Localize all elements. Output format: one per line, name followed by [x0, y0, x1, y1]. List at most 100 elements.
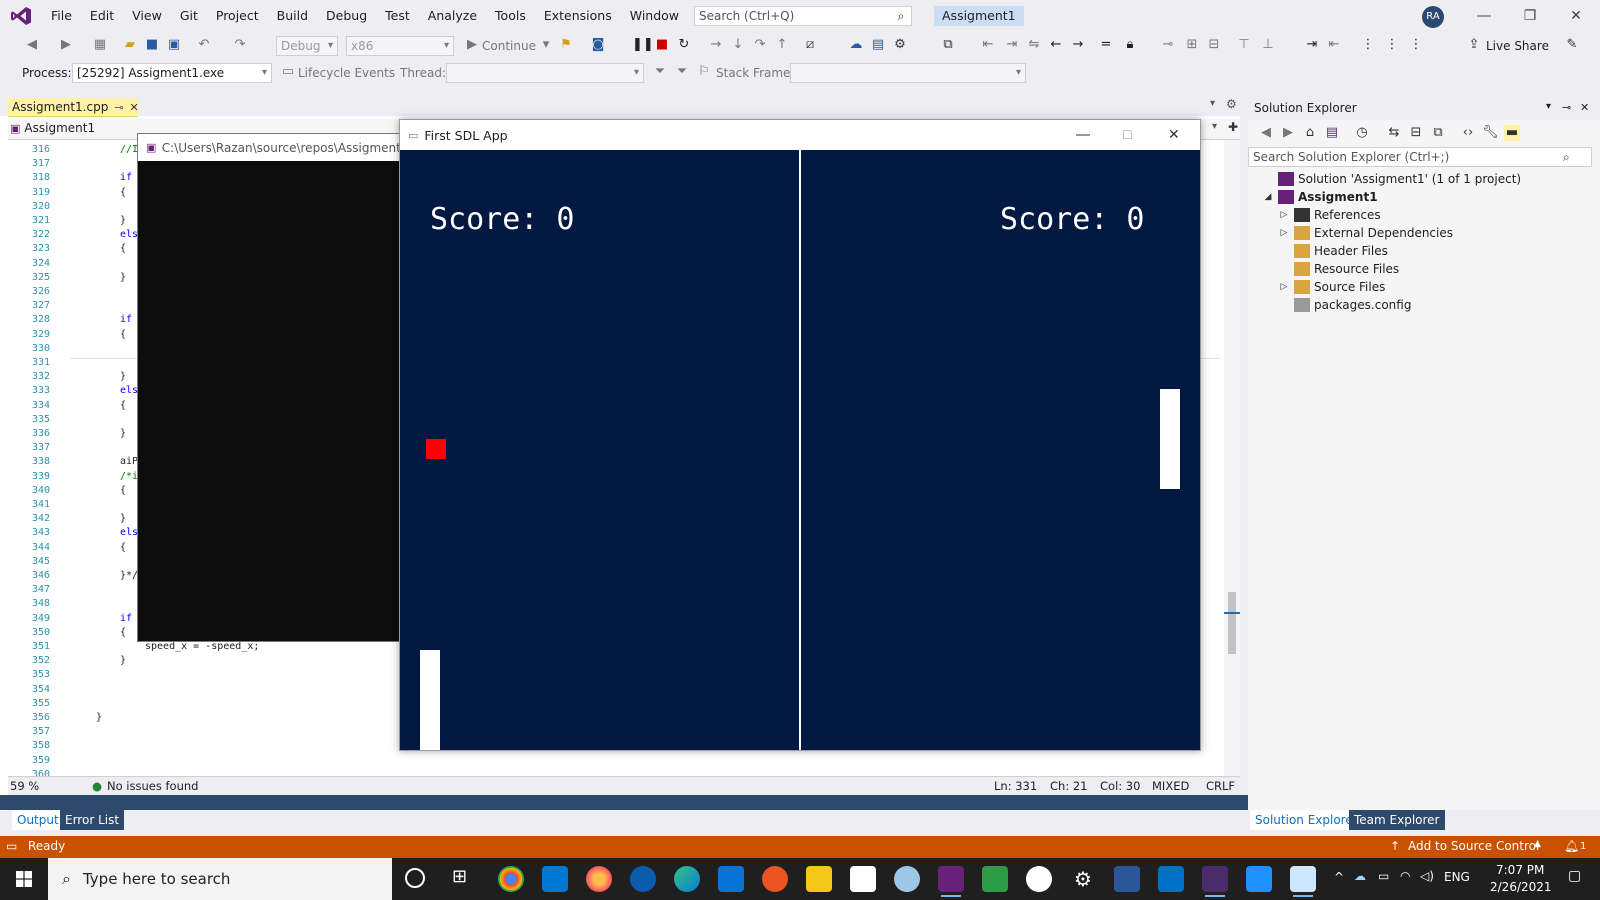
lifecycle-events-dropdown[interactable]: Lifecycle Events [298, 63, 395, 83]
show-all-files-icon[interactable]: ⧉ [1430, 125, 1446, 141]
uncomment-icon[interactable]: ⊥ [1260, 37, 1276, 53]
firefox-icon[interactable] [586, 866, 612, 892]
hex-display-icon[interactable]: ⧄ [802, 37, 818, 53]
expand-arrow-icon[interactable]: ▷ [1278, 282, 1290, 292]
sdl-app-taskbar-icon[interactable] [1290, 866, 1316, 897]
menu-tools[interactable]: Tools [486, 0, 535, 32]
sdl-close-button[interactable]: ✕ [1168, 127, 1180, 143]
more-icon-3[interactable]: ⋮ [1408, 37, 1424, 53]
align-icon[interactable]: ⊞ [1184, 37, 1200, 53]
chrome-icon[interactable] [498, 866, 524, 892]
sdl-minimize-button[interactable]: ― [1076, 127, 1090, 143]
tree-solution[interactable]: Solution 'Assigment1' (1 of 1 project) [1262, 170, 1521, 188]
sdl-title-bar[interactable]: ▭ First SDL App ― ☐ ✕ [400, 120, 1200, 150]
open-folder-icon[interactable]: ▰ [122, 37, 138, 53]
tab-team-explorer[interactable]: Team Explorer [1349, 810, 1445, 830]
avatar[interactable]: RA [1422, 6, 1444, 28]
filter-icon[interactable]: ⏷ [652, 64, 668, 80]
menu-test[interactable]: Test [376, 0, 419, 32]
solution-name-badge[interactable]: Assigment1 [934, 6, 1024, 26]
editor-vertical-scrollbar[interactable] [1224, 140, 1240, 776]
diagnostic-tools-icon[interactable]: ☁ [848, 37, 864, 53]
undo-icon[interactable]: ↶ [196, 37, 212, 53]
more-icon-2[interactable]: ⋮ [1384, 37, 1400, 53]
sdl-maximize-button[interactable]: ☐ [1122, 128, 1133, 142]
new-project-icon[interactable]: ▦ [92, 37, 108, 53]
equals-icon[interactable]: = [1098, 37, 1114, 53]
issues-indicator[interactable]: No issues found [107, 779, 198, 793]
threads-icon[interactable]: ⧉ [940, 37, 956, 53]
store-icon[interactable] [850, 866, 876, 892]
file-explorer-icon[interactable] [806, 866, 832, 892]
quick-search-input[interactable]: Search (Ctrl+Q) ⌕ [694, 6, 912, 26]
vscode-icon[interactable] [542, 866, 568, 892]
menu-file[interactable]: File [42, 0, 81, 32]
visual-studio-taskbar-icon[interactable] [938, 866, 964, 897]
volume-icon[interactable]: ◁) [1420, 869, 1434, 883]
restart-icon[interactable]: ↻ [676, 37, 692, 53]
game-canvas[interactable]: Score: 0 Score: 0 [400, 150, 1200, 750]
continue-dropdown-icon[interactable]: ▾ [538, 37, 554, 53]
panel-close-icon[interactable]: ✕ [1580, 101, 1589, 114]
break-all-icon[interactable]: ❚❚ [632, 37, 654, 53]
tree-header-files[interactable]: Header Files [1278, 242, 1388, 260]
window-layout-icon[interactable]: ▤ [870, 37, 886, 53]
onedrive-icon[interactable]: ☁ [1354, 869, 1366, 883]
home-icon[interactable]: ⌂ [1302, 125, 1318, 141]
sync-icon[interactable]: ⇆ [1386, 125, 1402, 141]
preview-icon[interactable]: ▬ [1504, 125, 1520, 141]
navigate-forward-icon[interactable]: ▶ [58, 37, 74, 53]
tray-chevron-icon[interactable]: ^ [1334, 870, 1344, 884]
tab-error-list[interactable]: Error List [60, 810, 125, 830]
nav-dropdown-icon[interactable]: ▾ [1212, 121, 1217, 132]
menu-build[interactable]: Build [268, 0, 317, 32]
edge-icon[interactable] [674, 866, 700, 892]
live-share-icon[interactable]: ⇪ [1466, 37, 1482, 53]
tab-solution-explorer[interactable]: Solution Explorer [1250, 810, 1363, 830]
step-out-icon[interactable]: ↑ [774, 37, 790, 53]
menu-project[interactable]: Project [207, 0, 268, 32]
solution-explorer-header[interactable]: Solution Explorer ▾ ⊸ ✕ [1248, 98, 1600, 120]
app-e-icon[interactable] [630, 866, 656, 892]
mail-icon[interactable] [718, 866, 744, 892]
start-button[interactable] [0, 858, 48, 900]
menu-window[interactable]: Window [621, 0, 688, 32]
char-indicator[interactable]: Ch: 21 [1050, 779, 1087, 793]
menu-git[interactable]: Git [171, 0, 207, 32]
line-ending-indicator[interactable]: CRLF [1206, 779, 1235, 793]
bookmark-next-icon[interactable]: ⇥ [1004, 37, 1020, 53]
collapse-all-icon[interactable]: ⊟ [1408, 125, 1424, 141]
tree-packages-config[interactable]: packages.config [1278, 296, 1411, 314]
minimize-button[interactable]: ― [1461, 0, 1507, 32]
settings-icon[interactable]: ⚙ [1070, 866, 1096, 892]
cortana-icon[interactable] [405, 868, 425, 888]
tree-references[interactable]: ▷ References [1278, 206, 1381, 224]
outdent-icon[interactable]: ⇤ [1326, 37, 1342, 53]
tree-external-dependencies[interactable]: ▷ External Dependencies [1278, 224, 1453, 242]
console-title-bar[interactable]: ▣ C:\Users\Razan\source\repos\Assigment1… [138, 134, 406, 161]
notifications-icon[interactable]: 🔔︎ [1564, 839, 1579, 853]
thread-dropdown[interactable] [446, 63, 644, 83]
comment-icon[interactable]: ⊤ [1236, 37, 1252, 53]
language-indicator[interactable]: ENG [1444, 870, 1470, 884]
clock-date[interactable]: 2/26/2021 [1490, 880, 1552, 894]
scrollbar-thumb[interactable] [1228, 592, 1236, 654]
platform-dropdown[interactable]: x86 [346, 36, 454, 56]
expand-arrow-icon[interactable]: ◢ [1262, 192, 1274, 202]
bookmark-clear-icon[interactable]: ⇋ [1026, 37, 1042, 53]
tree-project[interactable]: ◢ Assigment1 [1262, 188, 1378, 206]
save-icon[interactable]: ■ [144, 37, 160, 53]
redo-icon[interactable]: ↷ [232, 37, 248, 53]
battery-icon[interactable]: ▭ [1378, 869, 1389, 883]
lock-icon[interactable]: 🔒︎ [1122, 37, 1138, 53]
app-w-icon[interactable] [1026, 866, 1052, 892]
photos-icon[interactable] [1246, 866, 1272, 892]
solution-search-input[interactable]: Search Solution Explorer (Ctrl+;) ⌕ [1248, 147, 1592, 167]
zoom-dropdown[interactable]: 59 % [10, 779, 39, 793]
wifi-icon[interactable]: ◠ [1400, 869, 1410, 883]
console-window[interactable] [137, 133, 407, 642]
more-icon-1[interactable]: ⋮ [1360, 37, 1376, 53]
task-view-icon[interactable]: ⊞ [452, 866, 467, 887]
line-indicator[interactable]: Ln: 331 [994, 779, 1037, 793]
tree-source-files[interactable]: ▷ Source Files [1278, 278, 1385, 296]
